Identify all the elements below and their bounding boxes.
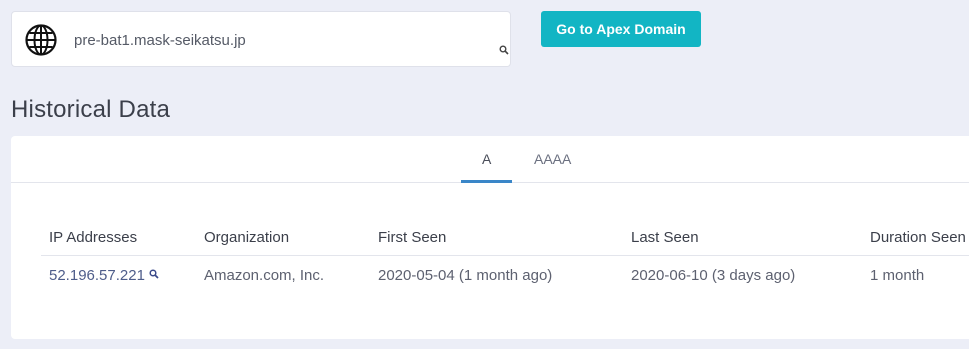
ip-address-cell: 52.196.57.221 <box>49 267 159 284</box>
last-seen-cell: 2020-06-10 (3 days ago) <box>631 267 796 284</box>
page-title: Historical Data <box>11 96 171 123</box>
search-icon[interactable] <box>149 269 159 279</box>
first-seen-cell: 2020-05-04 (1 month ago) <box>378 267 553 284</box>
go-to-apex-domain-button[interactable]: Go to Apex Domain <box>541 11 701 47</box>
column-header-ip-addresses[interactable]: IP Addresses <box>49 229 137 246</box>
column-header-organization[interactable]: Organization <box>204 229 289 246</box>
ip-address-link[interactable]: 52.196.57.221 <box>49 267 145 284</box>
globe-icon <box>25 24 57 56</box>
column-header-duration-seen[interactable]: Duration Seen <box>870 229 966 246</box>
table-header: IP Addresses Organization First Seen Las… <box>41 216 969 256</box>
tab-aaaa[interactable]: AAAA <box>534 151 571 167</box>
domain-search-input[interactable] <box>74 30 474 50</box>
active-tab-indicator <box>461 180 512 183</box>
historical-data-card: A AAAA IP Addresses Organization First S… <box>11 136 969 339</box>
organization-cell: Amazon.com, Inc. <box>204 267 325 284</box>
table-row: 52.196.57.221 Amazon.com, Inc. 2020-05-0… <box>41 257 969 297</box>
record-type-tabs: A AAAA <box>11 136 969 183</box>
column-header-first-seen[interactable]: First Seen <box>378 229 446 246</box>
tab-a[interactable]: A <box>482 151 491 167</box>
column-header-last-seen[interactable]: Last Seen <box>631 229 699 246</box>
duration-seen-cell: 1 month <box>870 267 925 284</box>
search-icon[interactable] <box>499 45 509 55</box>
domain-search-box[interactable] <box>11 11 511 67</box>
